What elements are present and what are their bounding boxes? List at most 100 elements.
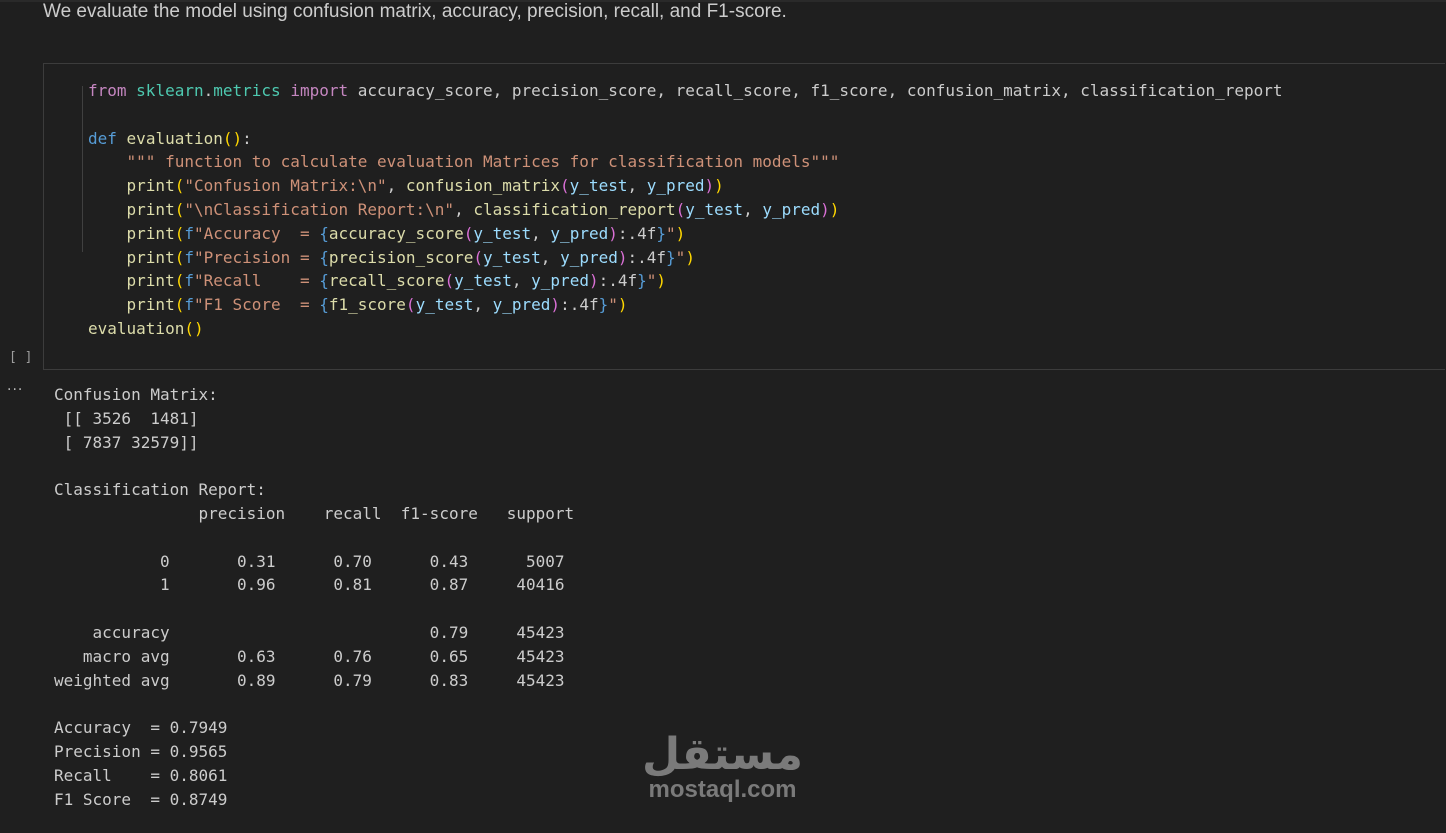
code-token: ( xyxy=(444,271,455,291)
code-token: , xyxy=(627,176,647,196)
code-token: ( xyxy=(174,295,185,315)
code-token: } xyxy=(666,247,676,267)
code-token: , xyxy=(473,295,493,315)
code-token: ( xyxy=(473,247,483,267)
output-menu-icon[interactable]: ··· xyxy=(7,382,23,398)
code-token: "Accuracy = xyxy=(193,223,320,243)
code-token: from xyxy=(88,81,127,100)
code-token: :.4f xyxy=(560,295,599,315)
code-token: accuracy_score xyxy=(328,223,464,243)
code-token: } xyxy=(656,223,667,243)
code-token: ) xyxy=(820,199,830,219)
code-token: recall_score xyxy=(328,271,445,291)
code-cell-editor[interactable]: from sklearn.metrics import accuracy_sco… xyxy=(43,63,1445,370)
code-token: () xyxy=(222,128,243,148)
code-line[interactable]: def evaluation(): xyxy=(88,127,1283,151)
code-token: ( xyxy=(174,247,185,267)
code-token: y_test xyxy=(454,271,512,291)
code-token: metrics xyxy=(213,81,281,100)
code-token: ) xyxy=(829,199,840,219)
output-line: Accuracy = 0.7949 xyxy=(54,718,228,738)
output-line: F1 Score = 0.8749 xyxy=(54,789,228,809)
code-line[interactable]: print("Confusion Matrix:\n", confusion_m… xyxy=(88,174,1283,198)
code-token: ) xyxy=(714,176,724,196)
markdown-cell-text: We evaluate the model using confusion ma… xyxy=(43,1,787,22)
code-token: ( xyxy=(463,223,474,243)
code-token: , xyxy=(386,176,406,196)
code-token: evaluation xyxy=(126,128,223,148)
code-token: f1_score xyxy=(328,295,406,315)
code-token: y_pred xyxy=(560,247,618,267)
code-token: f xyxy=(184,247,194,267)
code-token: { xyxy=(319,271,329,291)
code-token: } xyxy=(637,271,647,291)
output-line: Precision = 0.9565 xyxy=(54,741,228,761)
code-token: ( xyxy=(560,176,570,196)
code-token: { xyxy=(319,295,329,315)
code-token: confusion_matrix xyxy=(405,176,561,196)
code-line[interactable]: evaluation() xyxy=(88,317,1283,341)
code-token: ) xyxy=(588,271,599,291)
code-token: . xyxy=(203,81,214,100)
code-token: print xyxy=(126,199,175,219)
code-token: ( xyxy=(174,199,185,219)
watermark-logo: مستقل mostaql.com xyxy=(630,730,815,804)
code-token: print xyxy=(126,176,175,196)
code-token: ) xyxy=(617,295,628,315)
code-line[interactable]: print("\nClassification Report:\n", clas… xyxy=(88,198,1283,222)
code-lines[interactable]: from sklearn.metrics import accuracy_sco… xyxy=(88,79,1283,341)
code-token: f xyxy=(184,223,194,243)
code-token: y_pred xyxy=(550,223,609,243)
code-token: print xyxy=(126,247,175,267)
code-token: , xyxy=(454,199,474,219)
code-token: """ function to calculate evaluation Mat… xyxy=(126,152,840,172)
execution-count[interactable]: [ ] xyxy=(9,350,32,365)
output-line: Classification Report: xyxy=(54,480,266,500)
code-line[interactable]: print(f"Accuracy = {accuracy_score(y_tes… xyxy=(88,222,1283,246)
code-token: " xyxy=(675,247,686,267)
output-line: [[ 3526 1481] xyxy=(54,408,199,428)
code-token: " xyxy=(646,271,657,291)
output-line: Recall = 0.8061 xyxy=(54,765,228,785)
code-line[interactable]: print(f"F1 Score = {f1_score(y_test, y_p… xyxy=(88,293,1283,317)
code-token: ( xyxy=(675,199,686,219)
code-token: () xyxy=(184,318,204,338)
code-token: y_test xyxy=(569,176,628,196)
code-token: , xyxy=(531,223,551,243)
code-token: "F1 Score = xyxy=(193,295,320,315)
code-token: y_pred xyxy=(531,271,589,291)
code-token: ) xyxy=(656,271,667,291)
output-line: accuracy 0.79 45423 xyxy=(54,622,565,642)
code-token: precision_score xyxy=(328,247,474,267)
code-token: ( xyxy=(174,176,185,196)
indent-guide xyxy=(82,86,83,252)
code-token: y_test xyxy=(685,199,744,219)
output-line: weighted avg 0.89 0.79 0.83 45423 xyxy=(54,670,565,690)
output-line: 1 0.96 0.81 0.87 40416 xyxy=(54,575,565,595)
code-line[interactable]: """ function to calculate evaluation Mat… xyxy=(88,150,1283,174)
code-token: y_pred xyxy=(762,199,821,219)
code-token: ) xyxy=(617,247,628,267)
output-line: precision recall f1-score support xyxy=(54,503,575,523)
code-token: y_pred xyxy=(646,176,705,196)
code-line[interactable]: print(f"Recall = {recall_score(y_test, y… xyxy=(88,269,1283,293)
code-token: ( xyxy=(174,271,185,291)
code-token: " xyxy=(608,295,618,315)
code-line[interactable]: print(f"Precision = {precision_score(y_t… xyxy=(88,246,1283,270)
code-token: ) xyxy=(608,223,618,243)
code-token: f xyxy=(184,271,194,291)
code-token: y_test xyxy=(473,223,532,243)
watermark-arabic-text: مستقل xyxy=(642,729,803,780)
code-token: { xyxy=(319,223,329,243)
code-token: { xyxy=(319,247,329,267)
code-token: ) xyxy=(675,223,686,243)
code-line[interactable]: from sklearn.metrics import accuracy_sco… xyxy=(88,79,1283,103)
code-line[interactable] xyxy=(88,103,1283,127)
